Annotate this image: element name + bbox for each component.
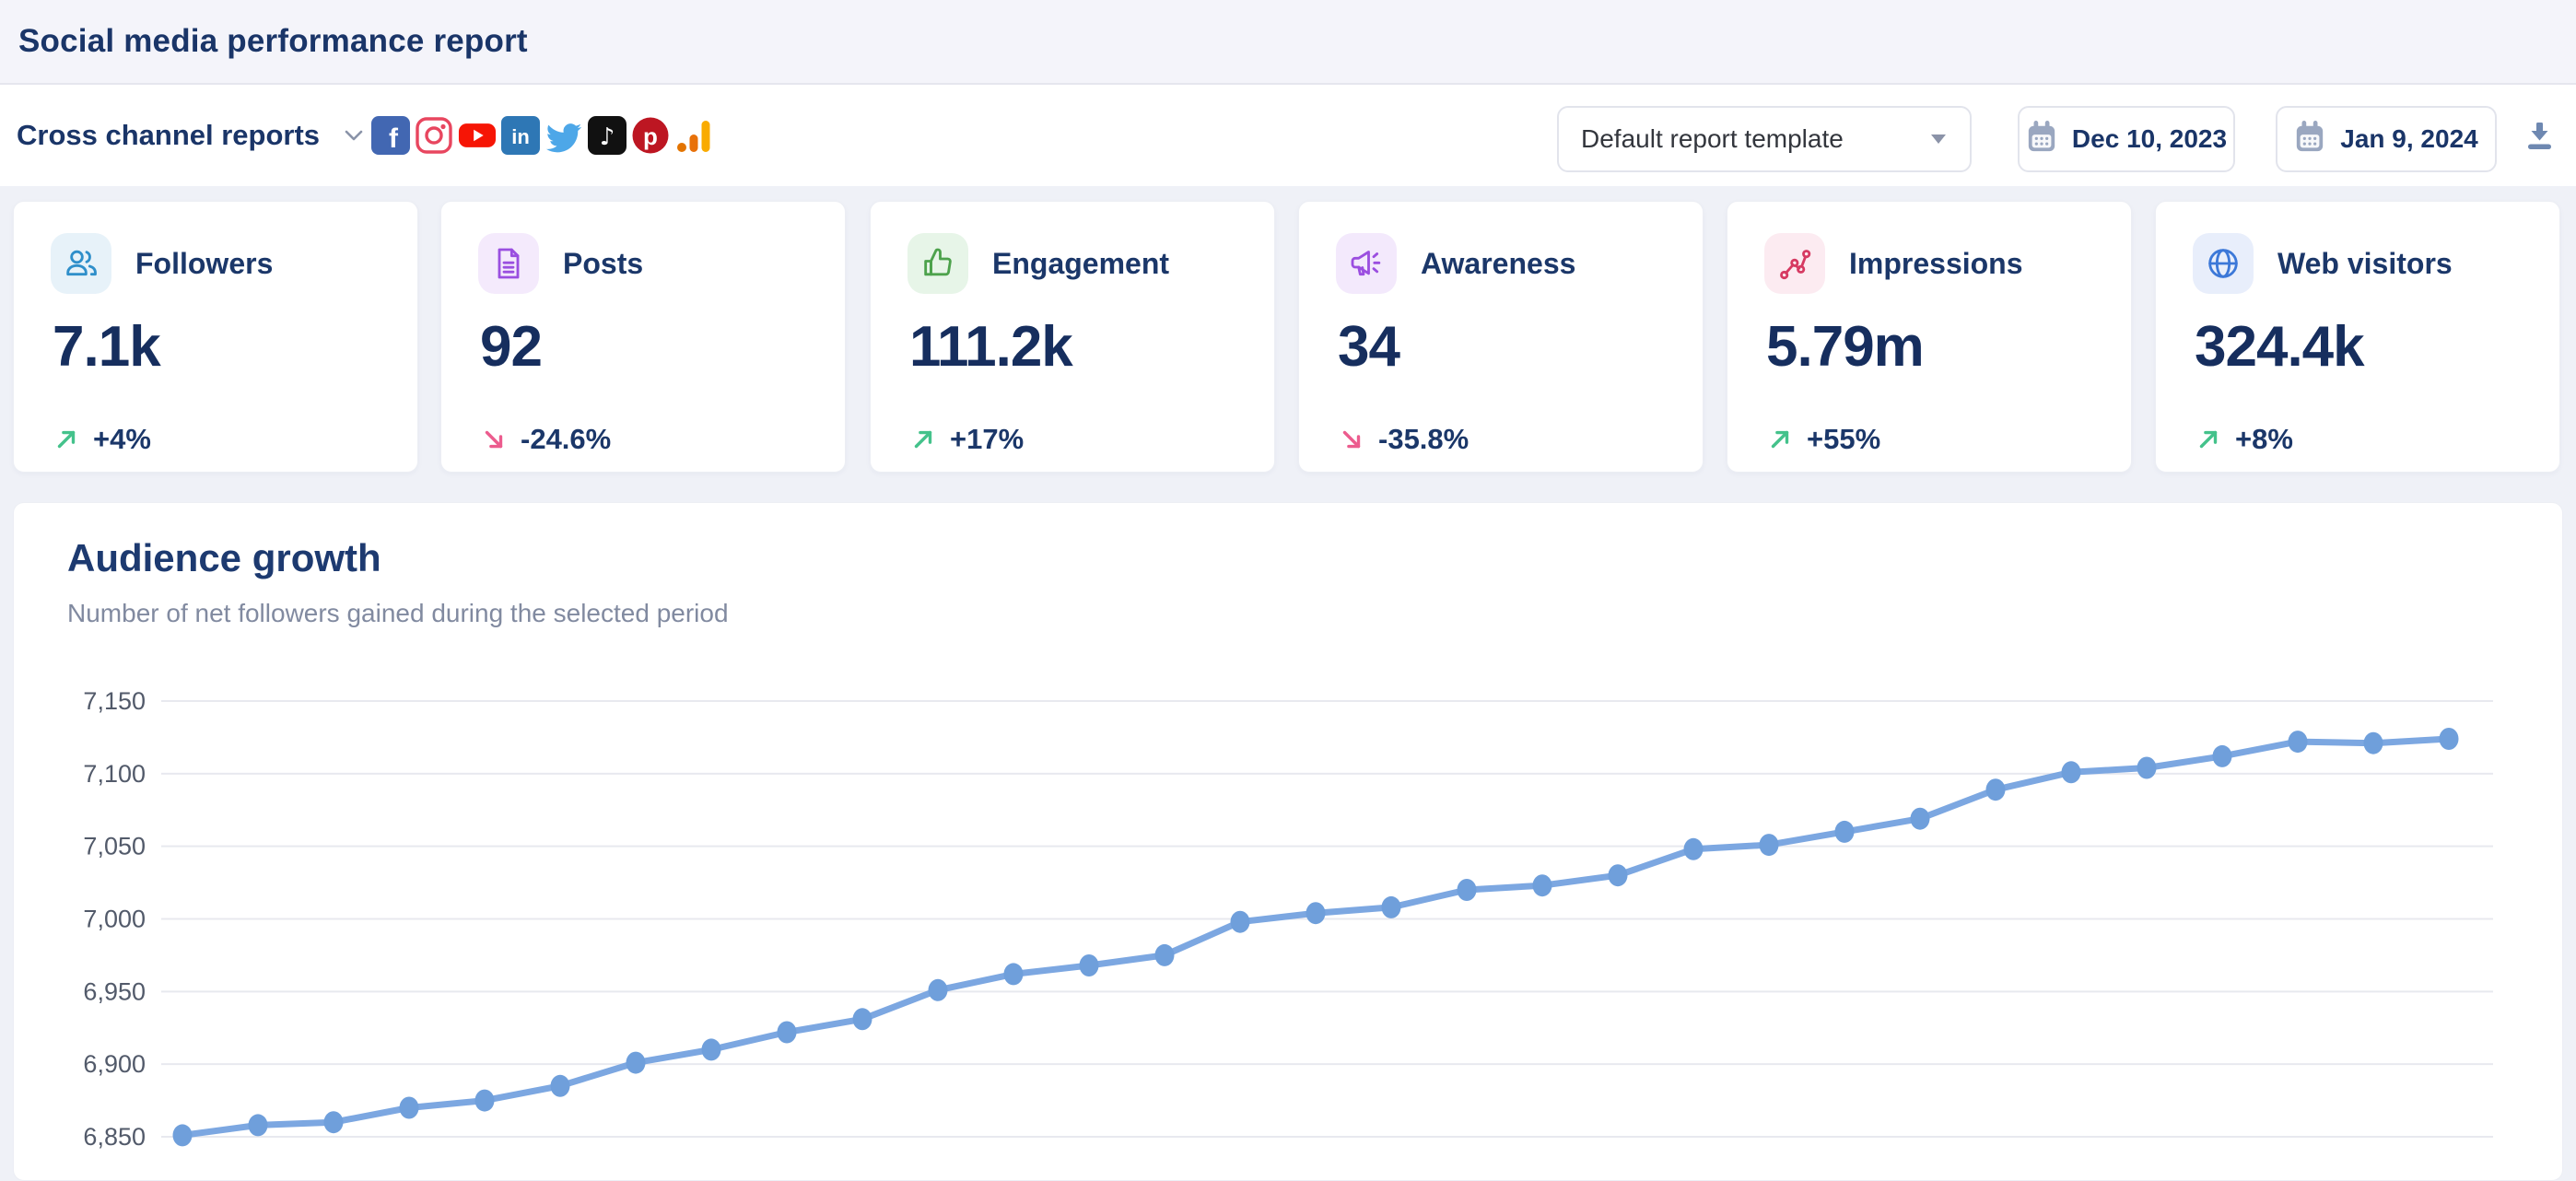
metric-label: Web visitors (2277, 233, 2453, 294)
date-from-field[interactable]: Dec 10, 2023 (2018, 106, 2235, 172)
svg-text:p: p (643, 123, 658, 150)
metric-value: 34 (1338, 314, 1399, 380)
metric-change: -24.6% (480, 423, 611, 456)
toolbar: Cross channel reports f in ♪ p Default repo… (0, 85, 2576, 186)
metric-card-web-visitors: Web visitors 324.4k +8% (2155, 201, 2560, 473)
audience-growth-card: Audience growth Number of net followers … (13, 502, 2563, 1181)
metric-change: +17% (909, 423, 1024, 456)
megaphone-icon (1336, 233, 1397, 294)
metric-card-followers: Followers 7.1k +4% (13, 201, 418, 473)
metric-change-value: -24.6% (521, 423, 611, 456)
reports-dropdown[interactable]: Cross channel reports (17, 85, 364, 186)
metric-card-awareness: Awareness 34 -35.8% (1298, 201, 1704, 473)
metric-change: +4% (53, 423, 151, 456)
metric-change: +8% (2195, 423, 2293, 456)
metric-value: 7.1k (53, 314, 160, 380)
metric-change-value: -35.8% (1378, 423, 1469, 456)
youtube-icon[interactable] (458, 116, 497, 155)
metric-change: +55% (1766, 423, 1880, 456)
metric-card-impressions: Impressions 5.79m +55% (1727, 201, 2132, 473)
metric-change-value: +4% (93, 423, 151, 456)
chart-title: Audience growth (67, 536, 381, 580)
metric-value: 111.2k (909, 314, 1072, 380)
users-icon (51, 233, 111, 294)
metric-value: 92 (480, 314, 542, 380)
facebook-icon[interactable]: f (371, 116, 410, 155)
trend-up-icon (53, 426, 80, 453)
trend-up-icon (2195, 426, 2222, 453)
thumbs-up-icon (907, 233, 968, 294)
page-header: Social media performance report (0, 0, 2576, 85)
svg-text:♪: ♪ (600, 123, 615, 151)
network-icon (1764, 233, 1825, 294)
channel-icons: f in ♪ p (371, 85, 713, 186)
report-template-select[interactable]: Default report template (1557, 106, 1972, 172)
chevron-down-icon (344, 129, 364, 142)
calendar-icon (2026, 120, 2057, 159)
svg-text:f: f (389, 123, 399, 154)
trend-up-icon (909, 426, 937, 453)
trend-up-icon (1766, 426, 1794, 453)
report-page: Social media performance report Cross ch… (0, 0, 2576, 1181)
calendar-icon (2294, 120, 2325, 159)
metric-label: Engagement (992, 233, 1169, 294)
metric-card-engagement: Engagement 111.2k +17% (870, 201, 1275, 473)
metric-value: 5.79m (1766, 314, 1924, 380)
page-title: Social media performance report (18, 23, 528, 60)
download-icon (2521, 117, 2558, 156)
metric-label: Followers (135, 233, 273, 294)
tiktok-icon[interactable]: ♪ (588, 116, 626, 155)
document-icon (478, 233, 539, 294)
instagram-icon[interactable] (415, 116, 453, 155)
trend-down-icon (480, 426, 508, 453)
metric-change: -35.8% (1338, 423, 1469, 456)
date-from-value: Dec 10, 2023 (2072, 124, 2227, 154)
metric-card-posts: Posts 92 -24.6% (440, 201, 846, 473)
report-template-value: Default report template (1581, 124, 1931, 154)
trend-down-icon (1338, 426, 1365, 453)
date-to-field[interactable]: Jan 9, 2024 (2276, 106, 2497, 172)
metric-change-value: +17% (950, 423, 1024, 456)
metric-change-value: +8% (2235, 423, 2293, 456)
metric-label: Impressions (1849, 233, 2023, 294)
select-caret-icon (1931, 134, 1946, 145)
globe-icon (2193, 233, 2254, 294)
download-report-button[interactable] (2517, 112, 2561, 160)
pinterest-icon[interactable]: p (631, 116, 670, 155)
date-to-value: Jan 9, 2024 (2340, 124, 2477, 154)
metric-change-value: +55% (1807, 423, 1880, 456)
metric-label: Awareness (1421, 233, 1575, 294)
reports-dropdown-label: Cross channel reports (17, 119, 320, 152)
metric-value: 324.4k (2195, 314, 2364, 380)
linkedin-icon[interactable]: in (501, 116, 540, 155)
svg-text:in: in (511, 125, 530, 148)
analytics-icon[interactable] (674, 116, 713, 155)
twitter-icon[interactable] (544, 116, 583, 155)
metric-label: Posts (563, 233, 643, 294)
chart-subtitle: Number of net followers gained during th… (67, 599, 729, 628)
